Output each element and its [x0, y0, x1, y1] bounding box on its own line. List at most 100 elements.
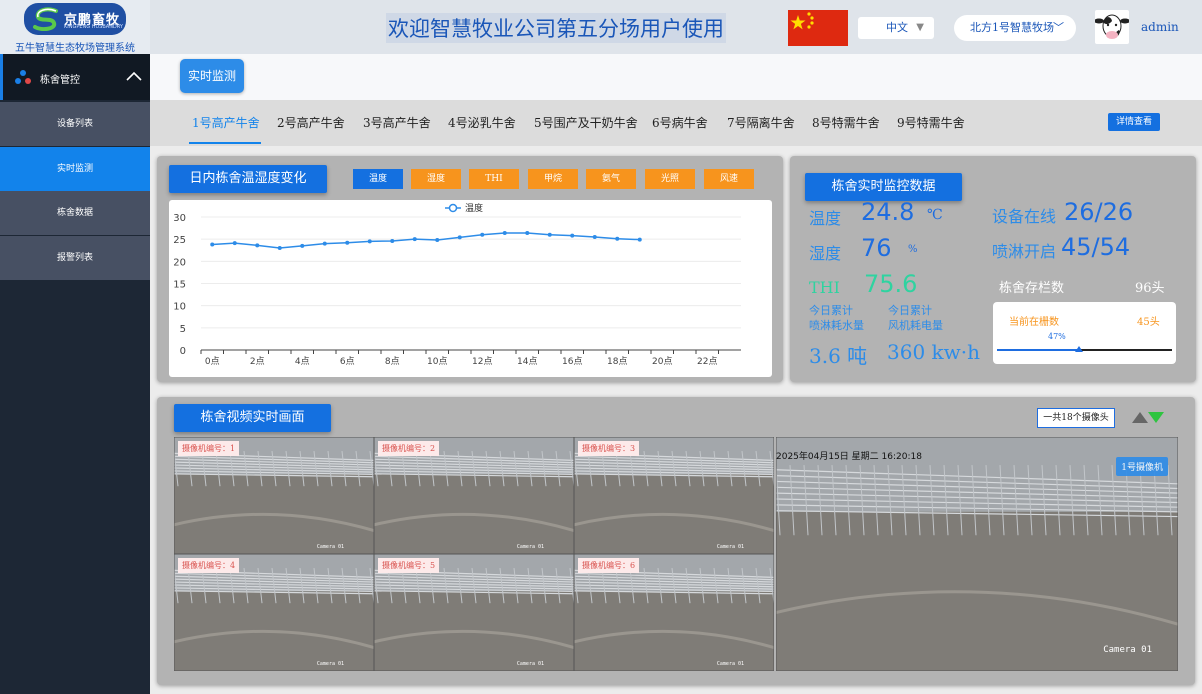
tab-barn-8[interactable]: 8号特需牛舍	[812, 114, 880, 131]
camera-name-badge: 1号摄像机	[1116, 457, 1168, 476]
metric-thi-button[interactable]: THI	[469, 169, 519, 189]
x-tick-label: 4点	[295, 356, 310, 367]
thi-label: THI	[809, 278, 840, 297]
legend-marker	[448, 203, 458, 213]
camera-caption: Camera 01	[716, 661, 744, 667]
cow-avatar-icon	[1095, 14, 1129, 39]
water-value: 3.6 吨	[809, 344, 868, 368]
camera-caption: Camera 01	[1103, 645, 1152, 655]
main-camera-view[interactable]: 2025年04月15日 星期二 16:20:18 1号摄像机 Camera 01	[776, 437, 1178, 671]
caret-down-icon: ▼	[916, 22, 924, 33]
realtime-stats-panel: 栋舍实时监控数据 温度 24.8 ℃ 湿度 76 % THI 75.6 今日累计…	[790, 156, 1196, 382]
sidebar-group-barn-control[interactable]: 栋舍管控	[0, 54, 150, 100]
device-online-label: 设备在线	[992, 207, 1057, 226]
y-tick-label: 5	[180, 324, 186, 335]
camera-tile-5[interactable]: 摄像机编号：5 Camera 01	[374, 554, 574, 671]
video-panel-title: 栋舍视频实时画面	[174, 404, 331, 432]
x-tick-label: 10点	[427, 356, 447, 367]
tab-barn-7[interactable]: 7号隔离牛舍	[727, 114, 795, 131]
camera-label: 摄像机编号：1	[178, 441, 240, 456]
sidebar-item-realtime[interactable]: 实时监测	[0, 147, 150, 191]
tab-barn-4[interactable]: 4号泌乳牛舍	[448, 114, 516, 131]
x-tick-label: 16点	[562, 356, 582, 367]
x-tick-label: 2点	[250, 356, 265, 367]
realtime-monitor-button[interactable]: 实时监测	[180, 59, 244, 93]
metric-temperature-button[interactable]: 温度	[353, 169, 403, 189]
video-panel: 栋舍视频实时画面 一共18个摄像头 摄像机编号：1 Camera 01 摄像机编…	[157, 397, 1195, 685]
china-flag-icon[interactable]	[788, 10, 848, 46]
sidebar-item-barn-data[interactable]: 栋舍数据	[0, 191, 150, 235]
data-point	[232, 241, 237, 246]
stock-value: 96头	[1135, 281, 1165, 296]
farm-value: 北方1号智慧牧场	[970, 21, 1054, 34]
x-tick-label: 18点	[607, 356, 627, 367]
temperature-value: 24.8	[861, 198, 915, 226]
y-tick-label: 25	[173, 235, 186, 246]
camera-tile-3[interactable]: 摄像机编号：3 Camera 01	[574, 437, 774, 554]
tab-barn-3[interactable]: 3号高产牛舍	[363, 114, 431, 131]
welcome-banner: 欢迎智慧牧业公司第五分场用户使用	[386, 13, 726, 43]
power-label-line2: 风机耗电量	[888, 319, 943, 332]
username[interactable]: admin	[1141, 20, 1179, 34]
humidity-value: 76	[861, 234, 892, 262]
y-tick-label: 30	[173, 213, 186, 224]
x-tick-label: 20点	[652, 356, 672, 367]
camera-count-badge: 一共18个摄像头	[1037, 408, 1115, 428]
tab-barn-9[interactable]: 9号特需牛舍	[897, 114, 965, 131]
page-up-icon[interactable]	[1132, 412, 1148, 423]
data-point	[412, 237, 417, 242]
camera-tile-2[interactable]: 摄像机编号：2 Camera 01	[374, 437, 574, 554]
power-label-line1: 今日累计	[888, 304, 932, 317]
y-tick-label: 20	[173, 257, 186, 268]
sidebar-group-label: 栋舍管控	[40, 75, 80, 86]
avatar[interactable]	[1095, 10, 1129, 44]
x-tick-label: 22点	[697, 356, 717, 367]
data-point	[547, 232, 552, 237]
x-tick-label: 12点	[472, 356, 492, 367]
data-point	[615, 236, 620, 241]
present-value: 45头	[1137, 317, 1160, 328]
camera-tile-4[interactable]: 摄像机编号：4 Camera 01	[174, 554, 374, 671]
data-point	[367, 239, 372, 244]
data-point	[457, 235, 462, 240]
spray-open-label: 喷淋开启	[992, 242, 1057, 261]
tab-barn-2[interactable]: 2号高产牛舍	[277, 114, 345, 131]
farm-select[interactable]: 北方1号智慧牧场 ﹀	[954, 15, 1076, 41]
present-count-card: 当前在栅数 45头 47%	[993, 302, 1176, 364]
camera-label: 摄像机编号：5	[378, 558, 440, 573]
metric-wind-button[interactable]: 风速	[704, 169, 754, 189]
camera-tile-1[interactable]: 摄像机编号：1 Camera 01	[174, 437, 374, 554]
humidity-label: 湿度	[809, 244, 842, 263]
metric-ammonia-button[interactable]: 氨气	[586, 169, 636, 189]
data-point	[390, 238, 395, 243]
page-down-icon[interactable]	[1148, 412, 1164, 423]
language-value: 中文	[886, 21, 908, 34]
thi-value: 75.6	[864, 270, 918, 298]
chevron-down-icon: ﹀	[1053, 21, 1064, 34]
temperature-line-chart[interactable]: 0 5 10 15 20 25 30 0点 2点 4点 6点 8点 10点 12点 14点 16点 18点 20点…	[169, 200, 772, 377]
camera-caption: Camera 01	[716, 544, 744, 550]
details-button[interactable]: 详情查看	[1108, 113, 1160, 131]
x-tick-label: 14点	[517, 356, 537, 367]
tab-barn-5[interactable]: 5号围产及干奶牛舍	[534, 114, 638, 131]
sidebar-item-device-list[interactable]: 设备列表	[0, 102, 150, 146]
tab-barn-1[interactable]: 1号高产牛舍	[192, 114, 260, 131]
data-point	[255, 243, 260, 248]
metric-humidity-button[interactable]: 湿度	[411, 169, 461, 189]
language-select[interactable]: 中文 ▼	[858, 17, 934, 39]
temperature-label: 温度	[809, 209, 842, 228]
network-icon	[15, 70, 31, 84]
tab-barn-6[interactable]: 6号病牛舍	[652, 114, 708, 131]
logo[interactable]: 京鹏畜牧 KINGPENG HUSBANDRY 五牛智慧生态牧场管理系统	[0, 0, 150, 54]
sidebar-item-alarm-list[interactable]: 报警列表	[0, 236, 150, 280]
camera-label: 摄像机编号：6	[578, 558, 640, 573]
metric-light-button[interactable]: 光照	[645, 169, 695, 189]
sidebar: 栋舍管控 设备列表 实时监测 栋舍数据 报警列表	[0, 54, 150, 694]
metric-methane-button[interactable]: 甲烷	[528, 169, 578, 189]
temperature-unit: ℃	[927, 207, 943, 223]
x-tick-label: 6点	[340, 356, 355, 367]
data-point	[277, 246, 282, 251]
logo-badge: 京鹏畜牧 KINGPENG HUSBANDRY	[24, 3, 126, 35]
present-progress-fill	[997, 349, 1080, 351]
camera-tile-6[interactable]: 摄像机编号：6 Camera 01	[574, 554, 774, 671]
